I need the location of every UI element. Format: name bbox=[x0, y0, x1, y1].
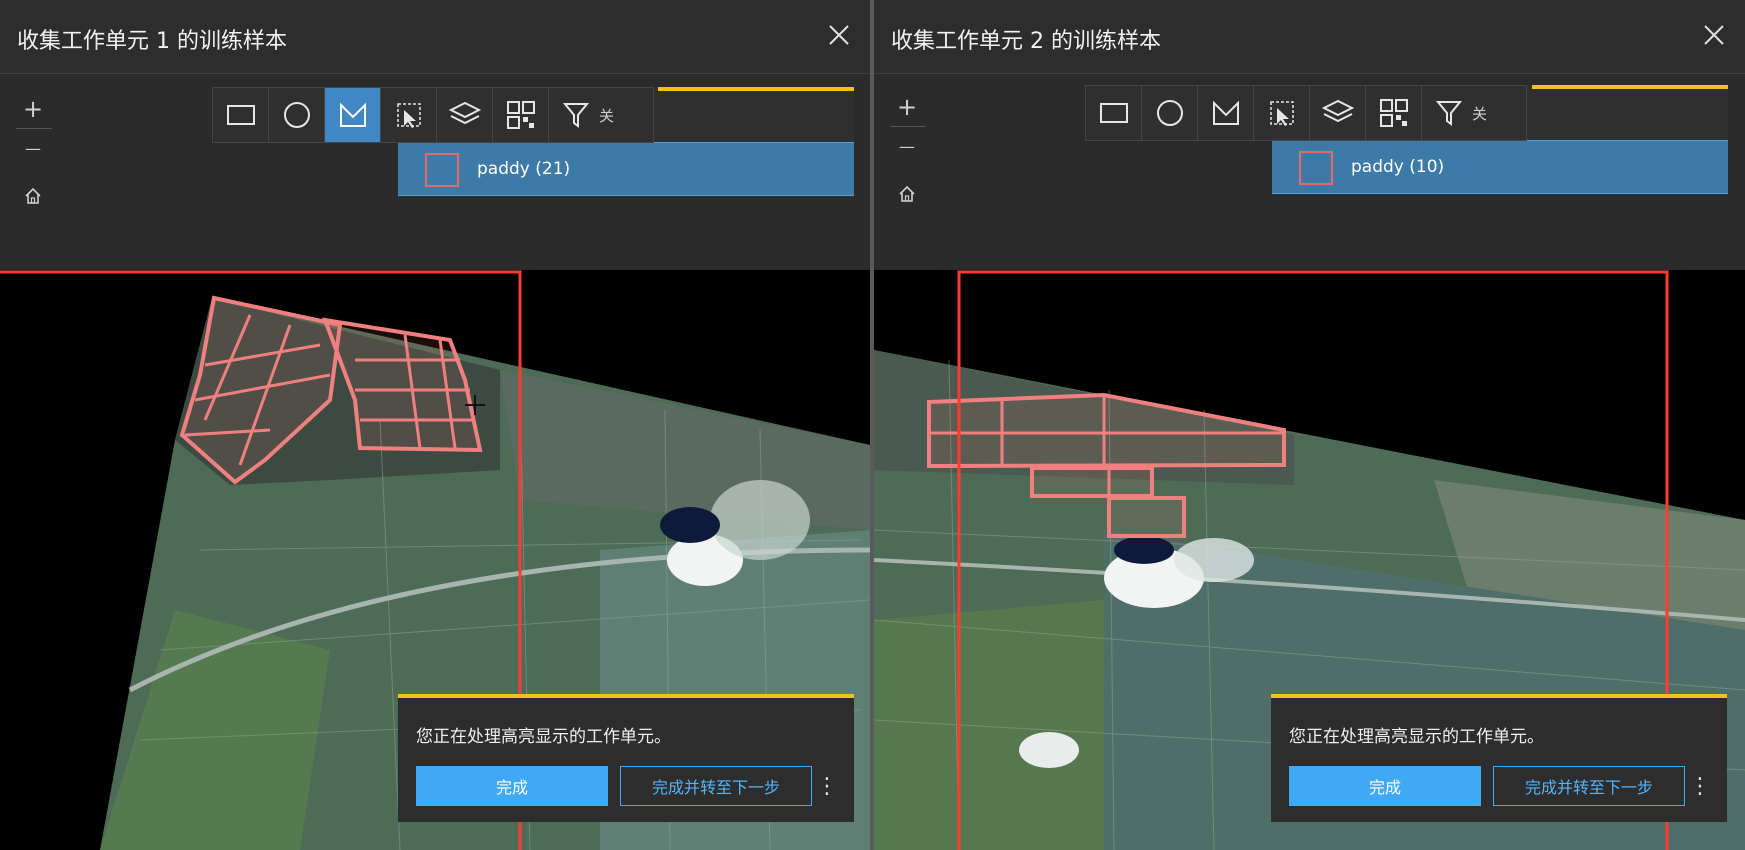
filter-toggle-button[interactable]: 关 bbox=[549, 88, 653, 142]
layers-tool-button[interactable] bbox=[1310, 86, 1366, 140]
class-item-label: paddy (10) bbox=[1351, 157, 1445, 177]
class-item-paddy[interactable]: paddy (21) bbox=[398, 142, 854, 196]
select-icon bbox=[396, 103, 421, 128]
filter-state-label: 关 bbox=[599, 106, 615, 125]
active-indicator bbox=[1532, 85, 1728, 89]
workunit-panel-2: 收集工作单元 2 的训练样本 + — paddy (10) 关 您正在处理高亮显… bbox=[874, 0, 1745, 850]
layers-icon bbox=[1321, 99, 1354, 123]
filter-state-label: 关 bbox=[1472, 104, 1488, 123]
grid-tool-button[interactable] bbox=[493, 88, 549, 142]
filter-icon bbox=[1436, 101, 1462, 126]
class-item-paddy[interactable]: paddy (10) bbox=[1272, 140, 1728, 194]
polygon-icon bbox=[339, 102, 366, 127]
done-button[interactable]: 完成 bbox=[1289, 766, 1481, 806]
zoom-out-button[interactable]: — bbox=[888, 129, 926, 163]
polygon-tool-button[interactable] bbox=[325, 88, 381, 142]
rectangle-tool-button[interactable] bbox=[213, 88, 269, 142]
rectangle-tool-button[interactable] bbox=[1086, 86, 1142, 140]
layers-tool-button[interactable] bbox=[437, 88, 493, 142]
workunit-panel-1: 收集工作单元 1 的训练样本 + — paddy (21) 关 您正在处理高亮显… bbox=[0, 0, 870, 850]
select-tool-button[interactable] bbox=[381, 88, 437, 142]
more-options-icon[interactable]: ⋮ bbox=[1689, 768, 1711, 804]
class-color-swatch bbox=[425, 153, 459, 187]
panel-title: 收集工作单元 2 的训练样本 bbox=[891, 29, 1161, 54]
home-icon bbox=[899, 185, 915, 202]
qr-grid-icon bbox=[506, 101, 535, 129]
qr-grid-icon bbox=[1379, 99, 1408, 127]
circle-icon bbox=[1156, 100, 1183, 126]
panel-header: 收集工作单元 2 的训练样本 bbox=[874, 0, 1745, 74]
class-color-swatch bbox=[1299, 151, 1333, 185]
nav-divider bbox=[16, 128, 52, 129]
panel-title: 收集工作单元 1 的训练样本 bbox=[17, 29, 287, 54]
done-and-next-button[interactable]: 完成并转至下一步 bbox=[620, 766, 812, 806]
nav-divider bbox=[890, 126, 926, 127]
layers-icon bbox=[448, 101, 481, 125]
zoom-out-button[interactable]: — bbox=[14, 131, 52, 165]
polygon-icon bbox=[1212, 100, 1239, 125]
notification-message: 您正在处理高亮显示的工作单元。 bbox=[1289, 727, 1544, 747]
close-icon[interactable] bbox=[1701, 22, 1727, 48]
home-button[interactable] bbox=[888, 177, 926, 211]
home-button[interactable] bbox=[14, 179, 52, 213]
app-root: 收集工作单元 1 的训练样本 + — paddy (21) 关 您正在处理高亮显… bbox=[0, 0, 1745, 850]
class-item-label: paddy (21) bbox=[477, 159, 571, 179]
filter-icon bbox=[563, 103, 589, 128]
rectangle-icon bbox=[1099, 103, 1128, 123]
rectangle-icon bbox=[226, 105, 255, 125]
drawing-toolbar: 关 bbox=[212, 87, 654, 143]
notification-message: 您正在处理高亮显示的工作单元。 bbox=[416, 727, 671, 747]
workunit-notification: 您正在处理高亮显示的工作单元。 完成 完成并转至下一步 ⋮ bbox=[1271, 694, 1727, 822]
done-and-next-button[interactable]: 完成并转至下一步 bbox=[1493, 766, 1685, 806]
zoom-in-button[interactable]: + bbox=[14, 92, 52, 126]
active-indicator bbox=[658, 87, 854, 91]
filter-toggle-button[interactable]: 关 bbox=[1422, 86, 1526, 140]
map-nav-tools: + — bbox=[14, 92, 54, 213]
circle-tool-button[interactable] bbox=[1142, 86, 1198, 140]
more-options-icon[interactable]: ⋮ bbox=[816, 768, 838, 804]
grid-tool-button[interactable] bbox=[1366, 86, 1422, 140]
polygon-tool-button[interactable] bbox=[1198, 86, 1254, 140]
circle-tool-button[interactable] bbox=[269, 88, 325, 142]
select-icon bbox=[1269, 101, 1294, 126]
panel-header: 收集工作单元 1 的训练样本 bbox=[0, 0, 870, 74]
home-icon bbox=[25, 187, 41, 204]
workunit-notification: 您正在处理高亮显示的工作单元。 完成 完成并转至下一步 ⋮ bbox=[398, 694, 854, 822]
zoom-in-button[interactable]: + bbox=[888, 90, 926, 124]
done-button[interactable]: 完成 bbox=[416, 766, 608, 806]
circle-icon bbox=[283, 102, 310, 128]
select-tool-button[interactable] bbox=[1254, 86, 1310, 140]
close-icon[interactable] bbox=[826, 22, 852, 48]
map-nav-tools: + — bbox=[888, 90, 928, 211]
drawing-toolbar: 关 bbox=[1085, 85, 1527, 141]
